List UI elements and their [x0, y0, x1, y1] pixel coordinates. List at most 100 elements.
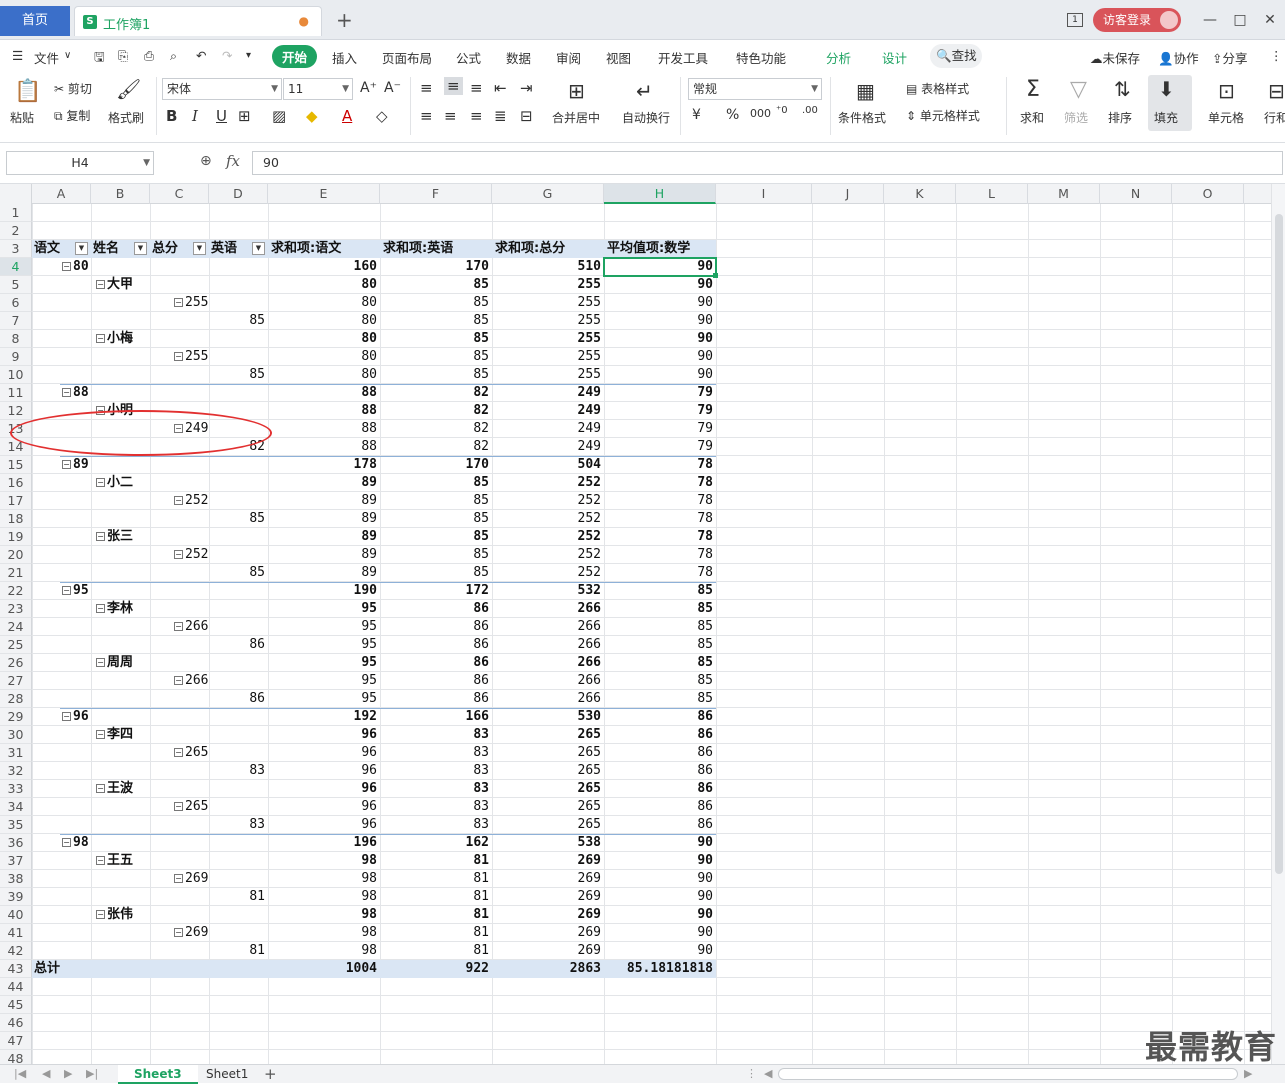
pivot-value-cell[interactable]: 80	[268, 276, 380, 294]
pivot-row-key[interactable]: 89	[73, 456, 89, 474]
pivot-row-key[interactable]: 85	[209, 510, 268, 528]
pivot-total-cell[interactable]: 2863	[492, 960, 604, 978]
column-header-f[interactable]: F	[380, 184, 492, 204]
collapse-icon[interactable]: −	[96, 334, 105, 343]
minimize-icon[interactable]: —	[1195, 12, 1225, 28]
pivot-value-cell[interactable]: 269	[492, 852, 604, 870]
pivot-value-cell[interactable]: 98	[268, 888, 380, 906]
row-header-19[interactable]: 19	[0, 528, 32, 546]
pivot-value-cell[interactable]: 85	[380, 510, 492, 528]
column-header-g[interactable]: G	[492, 184, 604, 204]
pivot-value-cell[interactable]: 78	[604, 474, 716, 492]
menu-tab-developer[interactable]: 开发工具	[658, 48, 708, 67]
undo-icon[interactable]: ↶	[196, 48, 206, 63]
print-preview-icon[interactable]: ⌕	[170, 48, 177, 64]
pivot-value-cell[interactable]: 85	[380, 294, 492, 312]
wrap-icon[interactable]: ↵	[636, 79, 653, 103]
pivot-value-cell[interactable]: 86	[604, 744, 716, 762]
pivot-value-cell[interactable]: 90	[604, 870, 716, 888]
paste-button[interactable]: 粘贴	[10, 109, 34, 126]
pivot-value-cell[interactable]: 85	[380, 492, 492, 510]
new-tab-plus-icon[interactable]: +	[336, 8, 353, 32]
table-style-button[interactable]: ▤ 表格样式	[906, 80, 969, 97]
pivot-value-cell[interactable]: 83	[380, 762, 492, 780]
pivot-value-cell[interactable]: 166	[380, 708, 492, 726]
row-header-22[interactable]: 22	[0, 582, 32, 600]
pivot-value-cell[interactable]: 196	[268, 834, 380, 852]
row-header-32[interactable]: 32	[0, 762, 32, 780]
italic-icon[interactable]: I	[192, 107, 198, 125]
pivot-row-key[interactable]: 266	[185, 618, 208, 636]
font-size-select[interactable]: 11 ▼	[283, 78, 353, 100]
menu-tab-view[interactable]: 视图	[606, 48, 631, 67]
row-header-15[interactable]: 15	[0, 456, 32, 474]
column-header-m[interactable]: M	[1028, 184, 1100, 204]
column-header-k[interactable]: K	[884, 184, 956, 204]
pivot-value-cell[interactable]: 90	[604, 906, 716, 924]
row-header-7[interactable]: 7	[0, 312, 32, 330]
pivot-value-cell[interactable]: 85	[380, 474, 492, 492]
pivot-row-key[interactable]: 李林	[107, 600, 133, 618]
pivot-value-cell[interactable]: 266	[492, 690, 604, 708]
scroll-thumb[interactable]	[1275, 214, 1283, 874]
maximize-icon[interactable]: □	[1225, 12, 1255, 28]
row-header-37[interactable]: 37	[0, 852, 32, 870]
pivot-value-cell[interactable]: 98	[268, 942, 380, 960]
decrease-decimal-icon[interactable]: .00	[802, 105, 818, 116]
pivot-value-cell[interactable]: 266	[492, 654, 604, 672]
thousands-icon[interactable]: 000	[750, 107, 771, 120]
pivot-value-cell[interactable]: 86	[604, 780, 716, 798]
pivot-value-cell[interactable]: 81	[380, 870, 492, 888]
collapse-icon[interactable]: −	[96, 730, 105, 739]
percent-icon[interactable]: %	[726, 107, 739, 123]
pivot-value-cell[interactable]: 88	[268, 420, 380, 438]
row-header-20[interactable]: 20	[0, 546, 32, 564]
row-header-28[interactable]: 28	[0, 690, 32, 708]
pivot-row-key[interactable]: 252	[185, 492, 208, 510]
justify-icon[interactable]: ≣	[494, 107, 507, 125]
row-header-42[interactable]: 42	[0, 942, 32, 960]
collapse-icon[interactable]: −	[96, 604, 105, 613]
pivot-value-cell[interactable]: 82	[380, 402, 492, 420]
pivot-value-cell[interactable]: 252	[492, 474, 604, 492]
pivot-value-cell[interactable]: 265	[492, 744, 604, 762]
pivot-value-cell[interactable]: 90	[604, 366, 716, 384]
pivot-value-cell[interactable]: 95	[268, 654, 380, 672]
sort-icon[interactable]: ⇅	[1114, 77, 1131, 101]
pivot-value-cell[interactable]: 89	[268, 564, 380, 582]
align-left-icon[interactable]: ≡	[420, 107, 433, 125]
pivot-value-cell[interactable]: 265	[492, 816, 604, 834]
pivot-value-cell[interactable]: 80	[268, 348, 380, 366]
visitor-login-button[interactable]: 访客登录	[1092, 8, 1181, 32]
border-icon[interactable]: ⊞	[238, 107, 251, 125]
pivot-value-cell[interactable]: 170	[380, 456, 492, 474]
pivot-value-cell[interactable]: 98	[268, 870, 380, 888]
currency-icon[interactable]: ¥	[692, 107, 701, 123]
row-header-30[interactable]: 30	[0, 726, 32, 744]
pivot-value-cell[interactable]: 532	[492, 582, 604, 600]
pivot-value-cell[interactable]: 89	[268, 510, 380, 528]
spreadsheet-grid[interactable]: ABCDEFGHIJKLMNO 1 2 3 4 5 6 7 8 9 10 11 12 13 14 15 16 1…	[0, 184, 1285, 1064]
column-header-e[interactable]: E	[268, 184, 380, 204]
pivot-value-cell[interactable]: 89	[268, 528, 380, 546]
collapse-icon[interactable]: −	[96, 478, 105, 487]
row-header-2[interactable]: 2	[0, 222, 32, 240]
row-header-43[interactable]: 43	[0, 960, 32, 978]
indent-decrease-icon[interactable]: ⇤	[494, 79, 507, 97]
row-header-24[interactable]: 24	[0, 618, 32, 636]
pivot-value-cell[interactable]: 88	[268, 402, 380, 420]
pivot-row-key[interactable]: 265	[185, 798, 208, 816]
pivot-value-cell[interactable]: 252	[492, 546, 604, 564]
pivot-row-key[interactable]: 255	[185, 294, 208, 312]
pivot-value-cell[interactable]: 538	[492, 834, 604, 852]
row-header-34[interactable]: 34	[0, 798, 32, 816]
pivot-value-cell[interactable]: 85	[604, 672, 716, 690]
pivot-value-cell[interactable]: 85	[604, 636, 716, 654]
pivot-value-cell[interactable]: 252	[492, 564, 604, 582]
collapse-icon[interactable]: −	[62, 586, 71, 595]
filter-dropdown-icon[interactable]: ▼	[75, 242, 88, 255]
row-header-35[interactable]: 35	[0, 816, 32, 834]
pivot-value-cell[interactable]: 85	[380, 276, 492, 294]
row-header-45[interactable]: 45	[0, 996, 32, 1014]
number-format-select[interactable]: 常规 ▼	[688, 78, 822, 100]
